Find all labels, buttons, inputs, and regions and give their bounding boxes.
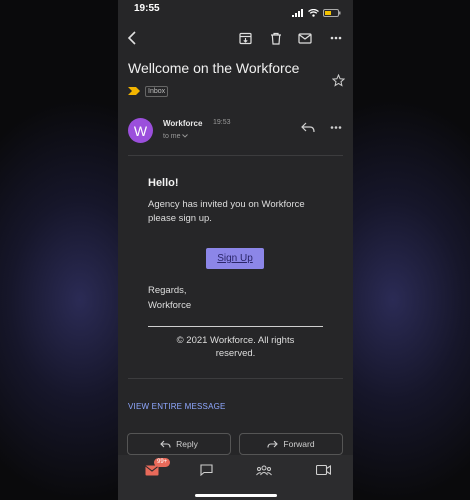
nav-meet[interactable] <box>311 461 335 479</box>
recipient-label: to me <box>163 133 181 140</box>
reply-button[interactable]: Reply <box>127 433 231 455</box>
reply-icon <box>301 122 315 133</box>
sender-time: 19:53 <box>213 119 231 126</box>
mail-icon <box>298 32 312 44</box>
forward-button[interactable]: Forward <box>239 433 343 455</box>
status-time: 19:55 <box>134 3 160 14</box>
nav-spaces[interactable] <box>252 461 276 479</box>
signal-icon <box>292 4 304 22</box>
nav-mail[interactable]: 99+ <box>140 458 171 479</box>
copyright-text: © 2021 Workforce. All rights reserved. <box>176 335 295 359</box>
view-entire-message-link[interactable]: VIEW ENTIRE MESSAGE <box>128 402 226 411</box>
message-text: Agency has invited you on Workforce plea… <box>148 199 305 224</box>
email-subject: Wellcome on the Workforce <box>128 60 300 76</box>
forward-label: Forward <box>283 439 315 449</box>
star-icon <box>331 73 346 87</box>
message-more-button[interactable] <box>330 120 342 138</box>
inbox-label[interactable]: Inbox <box>145 85 169 97</box>
more-horizontal-icon <box>330 126 342 129</box>
chat-icon <box>199 464 213 476</box>
status-bar: 19:55 <box>118 0 353 18</box>
body-divider <box>128 378 343 379</box>
sender-avatar[interactable]: W <box>128 118 153 143</box>
more-options-button[interactable] <box>326 28 346 48</box>
background-right <box>353 0 470 500</box>
header-divider <box>128 155 343 156</box>
battery-icon <box>323 4 341 22</box>
archive-button[interactable] <box>235 28 255 48</box>
greeting: Hello! <box>148 177 179 189</box>
reply-icon <box>160 440 171 448</box>
trash-icon <box>271 32 281 45</box>
back-arrow-icon <box>127 31 136 45</box>
regards-name: Workforce <box>148 300 192 311</box>
mark-unread-button[interactable] <box>295 28 315 48</box>
sender-name: Workforce <box>163 119 203 128</box>
regards-line: Regards, <box>148 285 187 296</box>
email-labels: Inbox <box>128 82 169 100</box>
archive-icon <box>238 32 252 44</box>
phone-screen: 19:55 Wellcome on the Workforce Inbox W … <box>118 0 353 500</box>
mail-unread-badge: 99+ <box>154 458 171 467</box>
email-body: Hello! Agency has invited you on Workfor… <box>148 176 328 226</box>
video-camera-icon <box>315 465 331 475</box>
people-icon <box>256 465 272 475</box>
sign-up-button[interactable]: Sign Up <box>206 248 264 269</box>
footer-rule <box>148 326 323 327</box>
more-horizontal-icon <box>330 36 342 40</box>
email-toolbar <box>118 28 353 50</box>
wifi-icon <box>308 4 319 22</box>
quick-reply-button[interactable] <box>301 120 315 138</box>
status-icons <box>292 4 341 22</box>
nav-chat[interactable] <box>194 461 218 479</box>
forward-icon <box>267 440 279 448</box>
background-left <box>0 0 118 500</box>
star-button[interactable] <box>331 73 346 92</box>
important-marker-icon <box>128 82 140 100</box>
chevron-down-icon <box>182 133 189 140</box>
home-indicator <box>195 494 277 497</box>
reply-label: Reply <box>176 439 198 449</box>
back-button[interactable] <box>122 28 142 48</box>
delete-button[interactable] <box>266 28 286 48</box>
signature: Regards, Workforce <box>148 283 191 313</box>
recipient-toggle[interactable]: to me <box>163 133 189 140</box>
